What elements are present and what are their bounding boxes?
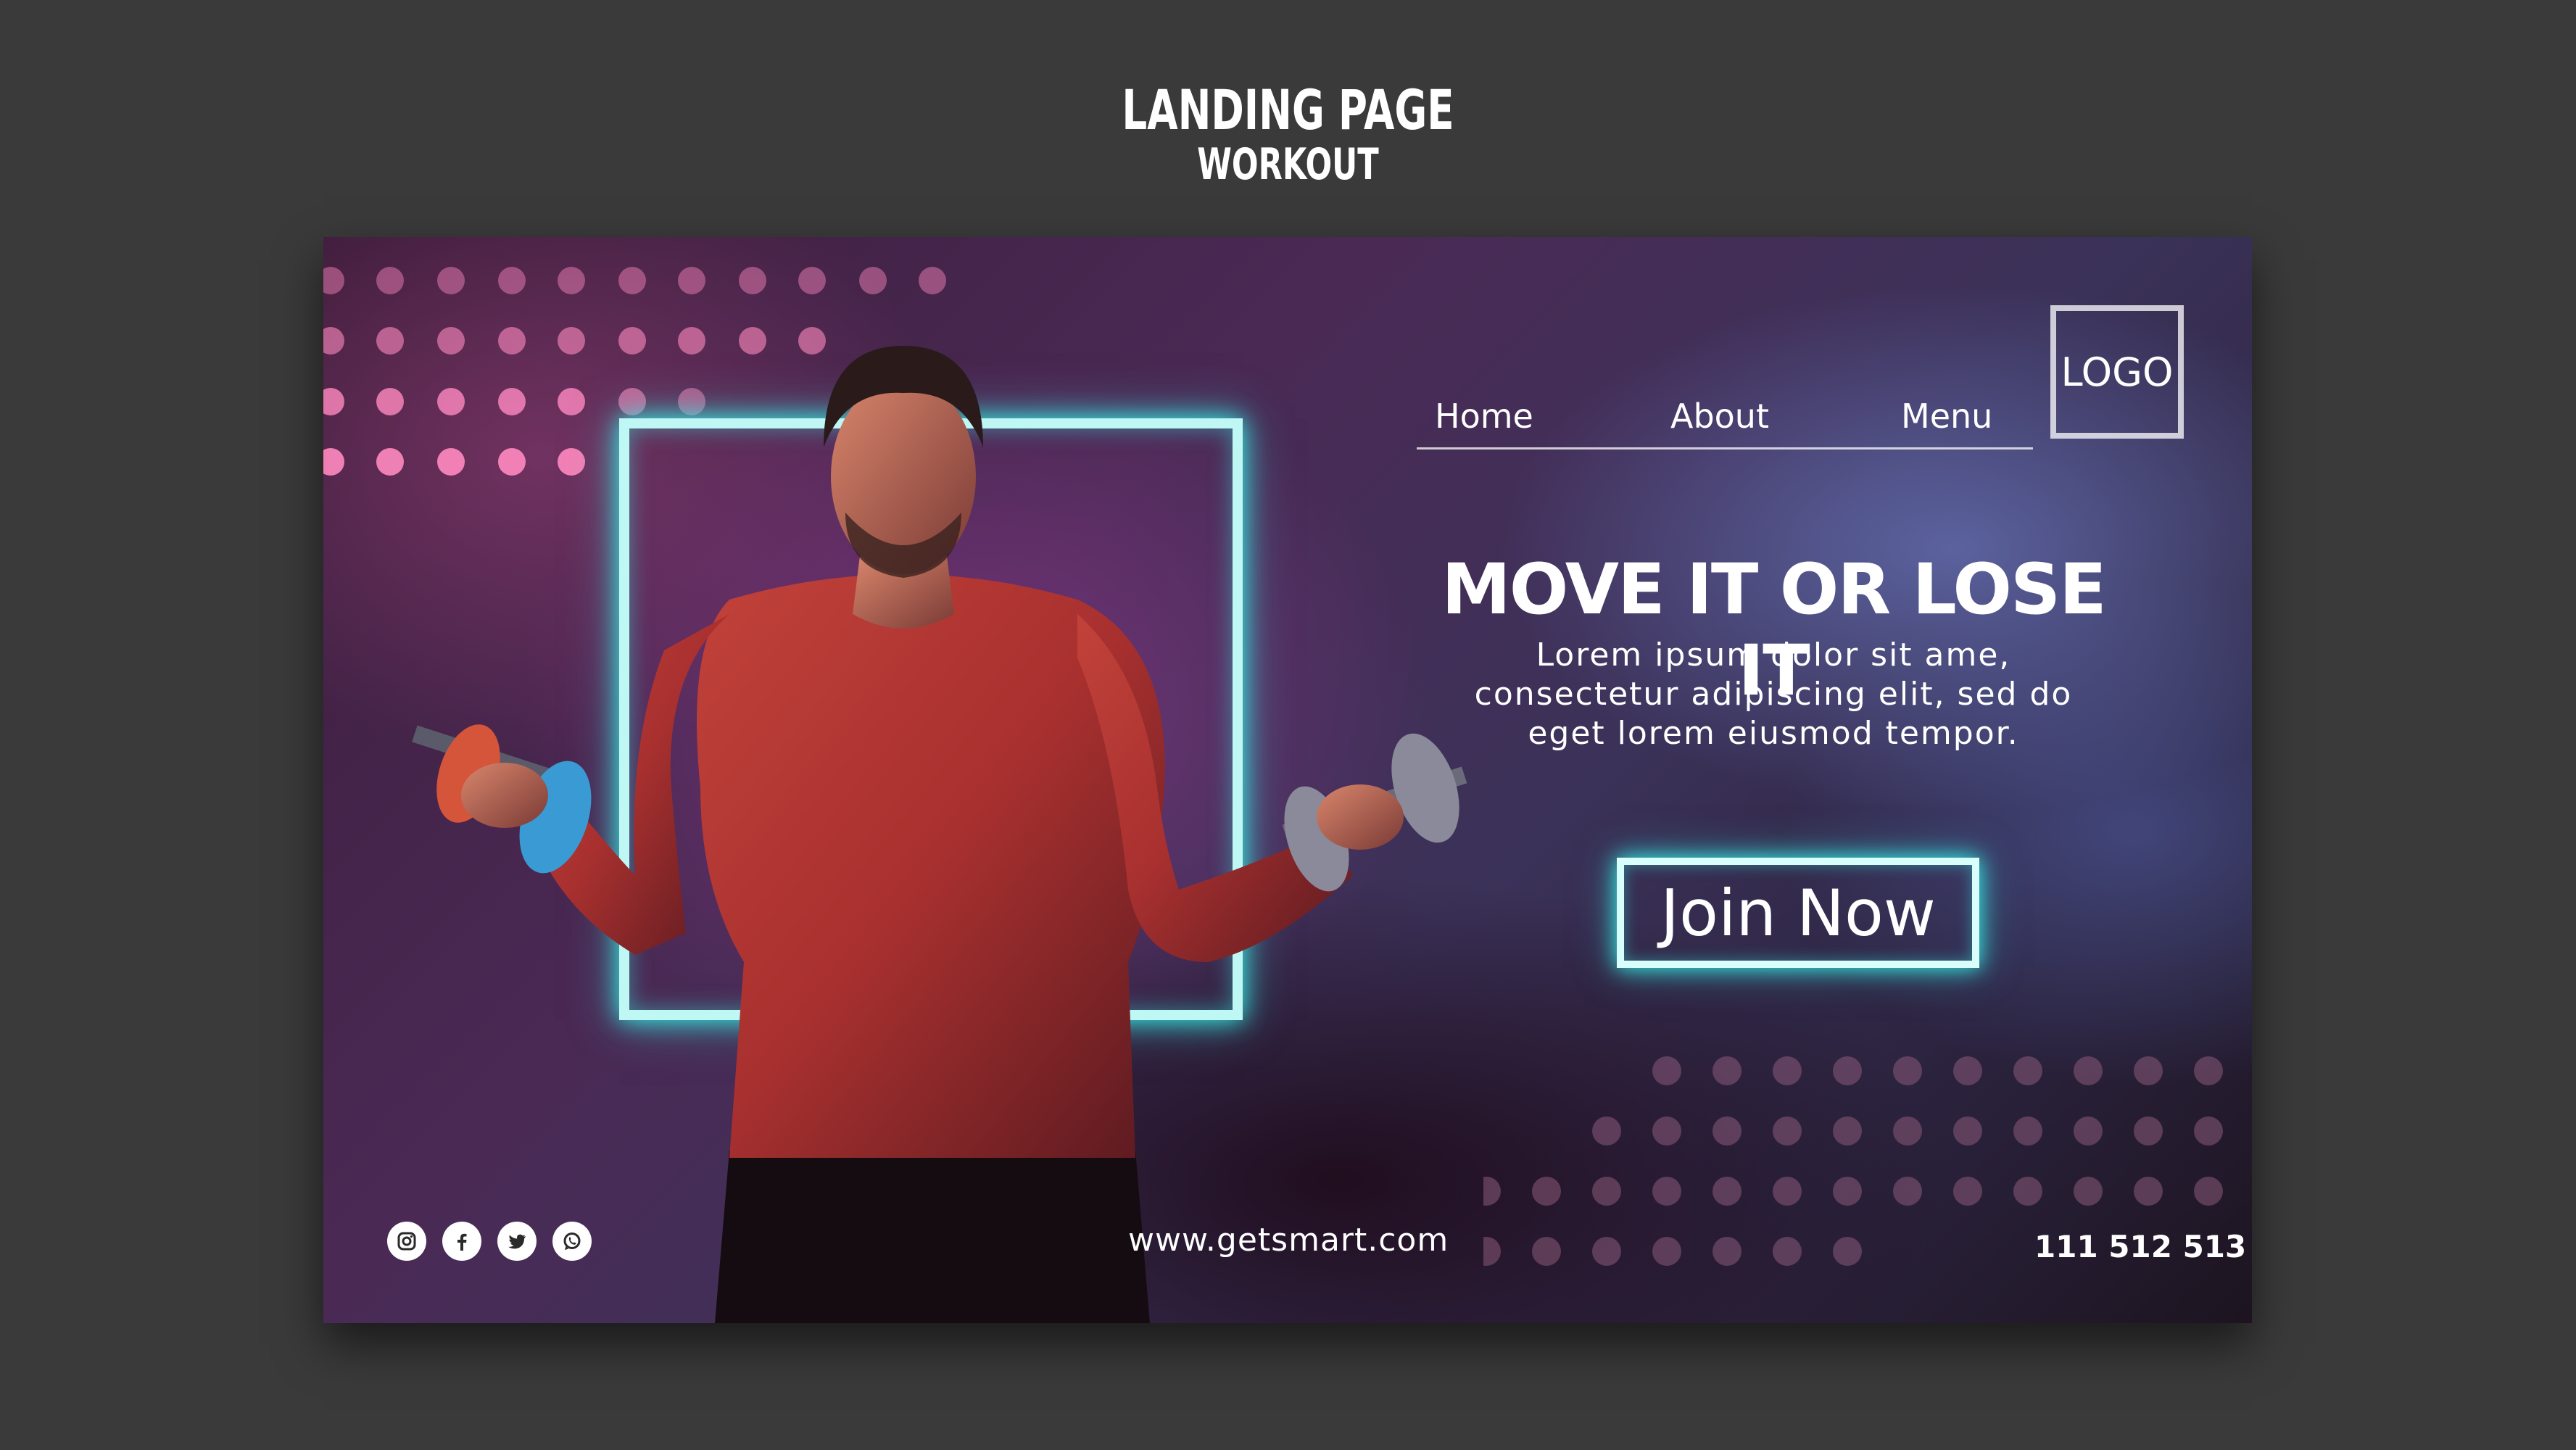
logo-text: LOGO bbox=[2061, 349, 2174, 395]
join-now-button[interactable]: Join Now bbox=[1617, 858, 1979, 968]
nav-item-about[interactable]: About bbox=[1670, 397, 1769, 436]
phone-number: 111 512 513 bbox=[2034, 1229, 2247, 1264]
hero-body-line: eget lorem eiusmod tempor. bbox=[1528, 715, 2019, 752]
hero-banner: Home About Menu LOGO MOVE IT OR LOSE IT … bbox=[323, 237, 2252, 1323]
hero-body-text: Lorem ipsum dolor sit ame, consectetur a… bbox=[1440, 636, 2107, 753]
nav-item-menu[interactable]: Menu bbox=[1901, 397, 1992, 436]
nav-bar: Home About Menu bbox=[1417, 375, 2033, 450]
logo[interactable]: LOGO bbox=[2050, 305, 2184, 439]
social-links bbox=[387, 1222, 592, 1261]
nav-item-home[interactable]: Home bbox=[1435, 397, 1533, 436]
hero-body-line: Lorem ipsum dolor sit ame, bbox=[1536, 637, 2011, 674]
hero-body-line: consectetur adipiscing elit, sed do bbox=[1474, 676, 2073, 713]
page-title: LANDING PAGE bbox=[1122, 78, 1454, 142]
facebook-icon[interactable] bbox=[442, 1222, 481, 1261]
page-header: LANDING PAGE WORKOUT bbox=[0, 78, 2576, 190]
twitter-icon[interactable] bbox=[497, 1222, 537, 1261]
whatsapp-icon[interactable] bbox=[552, 1222, 592, 1261]
page-subtitle: WORKOUT bbox=[1197, 139, 1379, 190]
website-link[interactable]: www.getsmart.com bbox=[1128, 1222, 1449, 1259]
instagram-icon[interactable] bbox=[387, 1222, 426, 1261]
